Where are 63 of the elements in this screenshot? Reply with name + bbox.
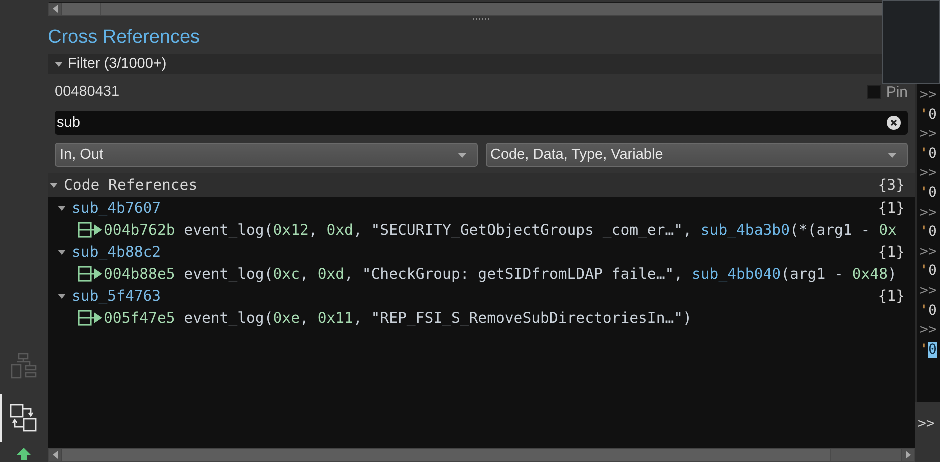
swap-boxes-icon	[10, 404, 38, 432]
collapse-icon[interactable]	[58, 294, 66, 298]
splitter-handle[interactable]	[472, 18, 490, 20]
collapse-icon[interactable]	[58, 250, 66, 254]
quote-mark: '	[920, 224, 928, 240]
code-line: event_log(0x12, 0xd, "SECURITY_GetObjectGroups _com_er…", sub_4ba3b0(*(arg1 - 0x	[184, 222, 897, 238]
prompt-marker: >>	[920, 322, 937, 338]
output-value: 0	[928, 263, 937, 280]
output-value: 0	[928, 224, 937, 240]
prompt-marker: >>	[920, 87, 937, 103]
scrollbar[interactable]	[48, 448, 915, 462]
prompt-marker: >>	[920, 165, 937, 182]
function-name[interactable]: sub_4b88c2	[72, 244, 162, 260]
output-value: 0	[928, 106, 937, 123]
scroll-right-icon[interactable]	[901, 449, 914, 461]
address-label: 00480431	[55, 84, 120, 100]
function-name[interactable]: sub_4b7607	[72, 200, 162, 216]
dropdown-caret-icon	[888, 152, 897, 158]
code-line: event_log(0xe, 0x11, "REP_FSI_S_RemoveSubDirectoriesIn…")	[184, 310, 692, 326]
call-arrow-icon	[78, 310, 102, 326]
call-arrow-icon	[78, 266, 102, 282]
count-label: {3}	[878, 176, 905, 194]
quote-mark: '	[920, 184, 928, 201]
up-arrow-icon	[17, 448, 31, 460]
prompt-marker: >>	[920, 282, 937, 299]
collapse-icon[interactable]	[55, 62, 63, 66]
code-line: event_log(0xc, 0xd, "CheckGroup: getSIDfromLDAP faile…", sub_4bb040(arg1 - 0x48)	[184, 266, 897, 282]
output-value: 0	[928, 184, 937, 201]
pin-checkbox[interactable]	[867, 85, 882, 99]
output-value: 0	[928, 146, 937, 162]
call-arrow-icon	[78, 222, 102, 238]
prompt-marker: >>	[920, 204, 937, 221]
quote-mark: '	[920, 302, 928, 319]
count-label: {1}	[878, 288, 905, 304]
dropdown[interactable]: Code, Data, Type, Variable	[486, 143, 908, 167]
clear-icon[interactable]	[887, 116, 901, 130]
scroll-left-icon[interactable]	[49, 3, 62, 15]
search-field[interactable]: sub	[55, 111, 908, 135]
function-name[interactable]: sub_5f4763	[72, 288, 162, 304]
panel-title: Cross References	[48, 26, 202, 50]
collapse-icon[interactable]	[50, 182, 58, 188]
pin-label: Pin	[886, 84, 908, 100]
prompt-marker[interactable]: >>	[915, 414, 940, 434]
count-label: {1}	[878, 200, 905, 216]
count-label: {1}	[878, 244, 905, 260]
dropdown[interactable]: In, Out	[55, 143, 478, 167]
output-value: 0	[928, 342, 937, 358]
prompt-marker: >>	[920, 244, 937, 260]
ref-address[interactable]: 005f47e5	[104, 310, 176, 326]
output-value: 0	[928, 302, 937, 319]
dropdown-caret-icon	[458, 152, 466, 158]
filter-header[interactable]: Filter (3/1000+)	[68, 56, 167, 72]
prompt-marker: >>	[920, 126, 937, 142]
quote-mark: '	[920, 106, 928, 123]
ref-address[interactable]: 004b88e5	[104, 266, 176, 282]
quote-mark: '	[920, 146, 928, 162]
quote-mark: '	[920, 263, 928, 280]
section-header[interactable]: Code References	[64, 176, 198, 194]
ref-address[interactable]: 004b762b	[104, 222, 176, 238]
quote-mark: '	[920, 342, 928, 358]
collapse-icon[interactable]	[58, 206, 66, 210]
scroll-left-icon[interactable]	[49, 449, 62, 461]
hierarchy-icon	[11, 352, 37, 380]
